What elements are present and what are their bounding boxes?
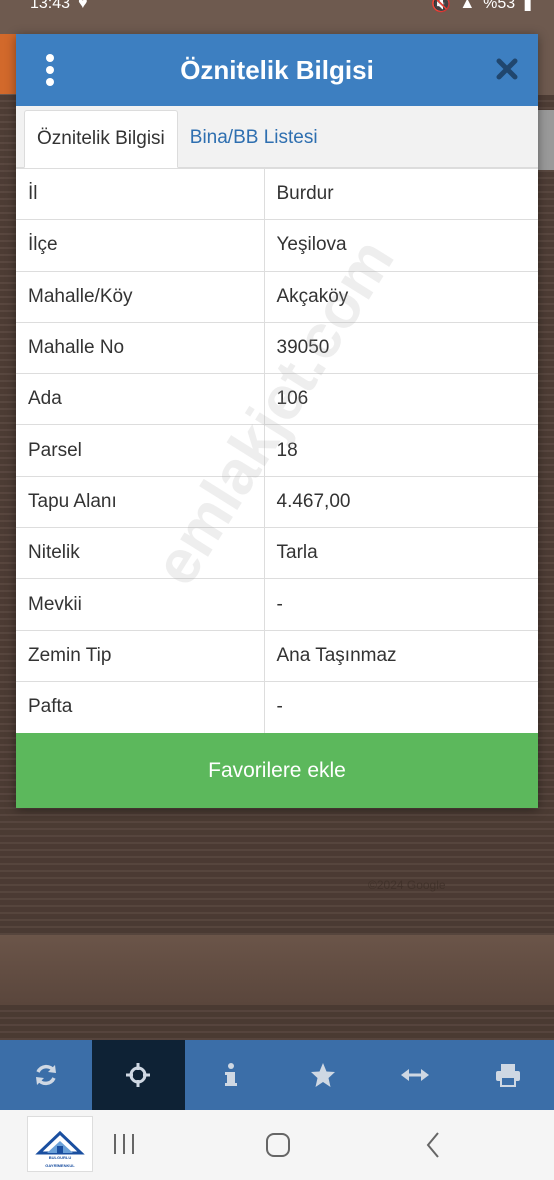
table-row: İl Burdur: [16, 167, 538, 220]
dialog-header: Öznitelik Bilgisi: [16, 34, 538, 106]
row-value: Tarla: [264, 527, 538, 579]
row-value: -: [264, 680, 538, 733]
app-thumb-text-1: BULGURLU: [48, 1155, 72, 1160]
print-icon[interactable]: [462, 1040, 554, 1110]
table-row: İlçe Yeşilova: [16, 219, 538, 272]
map-road: [0, 935, 554, 1005]
row-value: Ana Taşınmaz: [264, 629, 538, 682]
row-key: Tapu Alanı: [16, 475, 265, 528]
tabs-bar: Öznitelik Bilgisi Bina/BB Listesi: [16, 106, 538, 168]
row-value: Yeşilova: [264, 219, 538, 272]
row-value: 4.467,00: [264, 475, 538, 528]
row-value: 18: [264, 424, 538, 477]
app-thumbnail[interactable]: BULGURLU GAYRİMENKUL: [27, 1116, 93, 1172]
status-bar: 13:43 ♥ 🔇 ▲ %53 ▮: [0, 0, 554, 18]
app-thumb-text-2: GAYRİMENKUL: [45, 1163, 75, 1168]
star-icon[interactable]: [277, 1040, 369, 1110]
row-key: Mevkii: [16, 578, 265, 631]
table-row: Pafta -: [16, 680, 538, 733]
table-row: Mahalle No 39050: [16, 321, 538, 374]
row-key: Pafta: [16, 680, 265, 733]
row-key: Zemin Tip: [16, 629, 265, 682]
row-value: Burdur: [264, 167, 538, 220]
row-key: İlçe: [16, 219, 265, 272]
row-key: Nitelik: [16, 527, 265, 579]
row-key: Mahalle No: [16, 321, 265, 374]
battery-text: %53: [483, 0, 516, 12]
add-to-favorites-button[interactable]: Favorilere ekle: [16, 733, 538, 808]
attribute-dialog: Öznitelik Bilgisi Öznitelik Bilgisi Bina…: [16, 34, 538, 808]
back-icon[interactable]: [424, 1131, 442, 1164]
mute-icon: 🔇: [431, 0, 452, 13]
dialog-title: Öznitelik Bilgisi: [180, 54, 374, 85]
system-nav-bar: BULGURLU GAYRİMENKUL: [0, 1110, 554, 1180]
row-value: 39050: [264, 321, 538, 374]
table-row: Mahalle/Köy Akçaköy: [16, 270, 538, 323]
map-grey-patch: [538, 110, 554, 170]
tab-building-list[interactable]: Bina/BB Listesi: [178, 109, 330, 167]
row-key: Ada: [16, 373, 265, 425]
house-logo-icon: [35, 1130, 85, 1155]
battery-icon: ▮: [523, 0, 532, 13]
table-row: Nitelik Tarla: [16, 527, 538, 579]
attribute-table: İl Burdur İlçe Yeşilova Mahalle/Köy Akçaköy…: [16, 167, 538, 733]
row-key: Mahalle/Köy: [16, 270, 265, 323]
row-key: Parsel: [16, 424, 265, 477]
row-key: İl: [16, 167, 265, 220]
tab-attribute-info[interactable]: Öznitelik Bilgisi: [24, 110, 178, 168]
home-icon[interactable]: [265, 1132, 291, 1163]
row-value: Akçaköy: [264, 270, 538, 323]
close-icon[interactable]: [494, 56, 520, 82]
crosshair-icon[interactable]: [92, 1040, 185, 1110]
row-value: 106: [264, 373, 538, 425]
table-row: Parsel 18: [16, 424, 538, 477]
table-row: Ada 106: [16, 373, 538, 425]
row-value: -: [264, 578, 538, 631]
recent-apps-icon[interactable]: [112, 1132, 136, 1161]
table-row: Zemin Tip Ana Taşınmaz: [16, 629, 538, 682]
refresh-icon[interactable]: [0, 1040, 92, 1110]
table-row: Tapu Alanı 4.467,00: [16, 475, 538, 528]
table-row: Mevkii -: [16, 578, 538, 631]
map-copyright: ©2024 Google: [368, 878, 446, 892]
info-icon[interactable]: [185, 1040, 277, 1110]
measure-icon[interactable]: [369, 1040, 461, 1110]
bottom-toolbar: [0, 1040, 554, 1110]
chat-notification-icon: ♥: [78, 0, 88, 12]
signal-icon: ▲: [459, 0, 476, 12]
status-time: 13:43: [30, 0, 71, 12]
more-options-icon[interactable]: [44, 54, 56, 86]
